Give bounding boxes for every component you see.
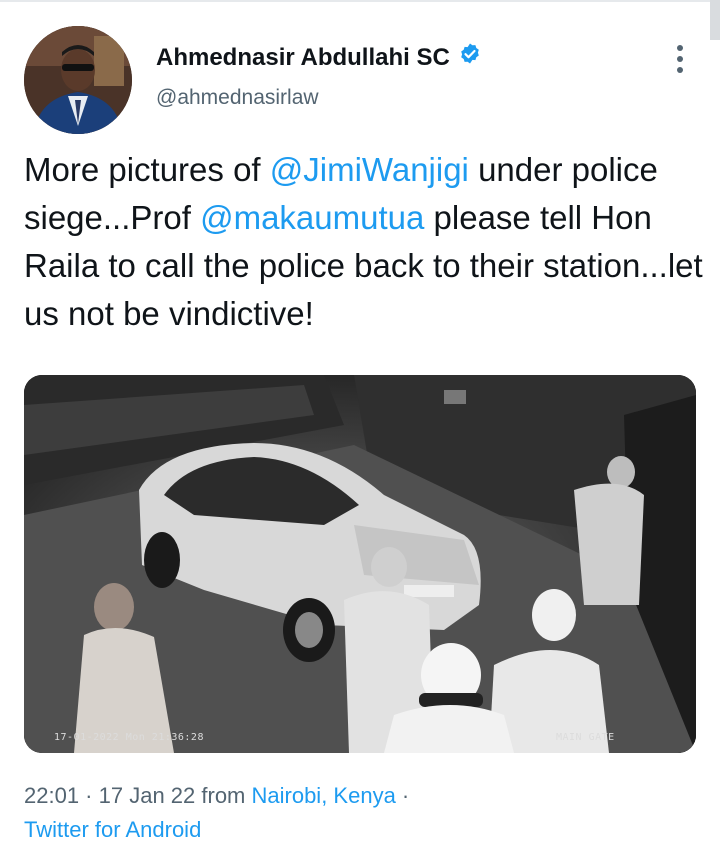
tweet-date[interactable]: 17 Jan 22 [99, 783, 196, 808]
more-vertical-icon[interactable] [668, 42, 692, 76]
source-link[interactable]: Twitter for Android [24, 817, 201, 842]
tweet-text: More pictures of @JimiWanjigi under poli… [24, 146, 708, 338]
cctv-camera-label: MAIN GATE [556, 732, 615, 743]
tweet-meta-line-1: 22:01 · 17 Jan 22 from Nairobi, Kenya · [24, 779, 409, 813]
mention-link[interactable]: @JimiWanjigi [270, 151, 469, 188]
location-link[interactable]: Nairobi, Kenya [252, 783, 396, 808]
tweet-time[interactable]: 22:01 [24, 783, 79, 808]
tweet-meta: 22:01 · 17 Jan 22 from Nairobi, Kenya · … [24, 779, 409, 847]
separator-dot: · [79, 783, 99, 808]
avatar-photo [24, 26, 132, 134]
author-display-name[interactable]: Ahmednasir Abdullahi SC [156, 44, 450, 72]
top-divider [0, 0, 720, 2]
scrollbar[interactable] [710, 0, 720, 40]
cctv-timestamp: 17-01-2022 Mon 21:36:28 [54, 732, 204, 743]
tweet-meta-line-2: Twitter for Android [24, 813, 409, 847]
cctv-photo [24, 375, 696, 753]
author-name-row[interactable]: Ahmednasir Abdullahi SC [156, 42, 482, 73]
verified-badge-icon [458, 42, 482, 73]
author-handle[interactable]: @ahmednasirlaw [156, 86, 319, 110]
mention-link[interactable]: @makaumutua [200, 199, 424, 236]
tweet-media-image[interactable]: 17-01-2022 Mon 21:36:28 MAIN GATE [24, 375, 696, 753]
separator-dot: · [395, 783, 410, 808]
from-label: from [195, 783, 252, 808]
tweet-text-part: More pictures of [24, 151, 270, 188]
avatar[interactable] [24, 26, 132, 134]
